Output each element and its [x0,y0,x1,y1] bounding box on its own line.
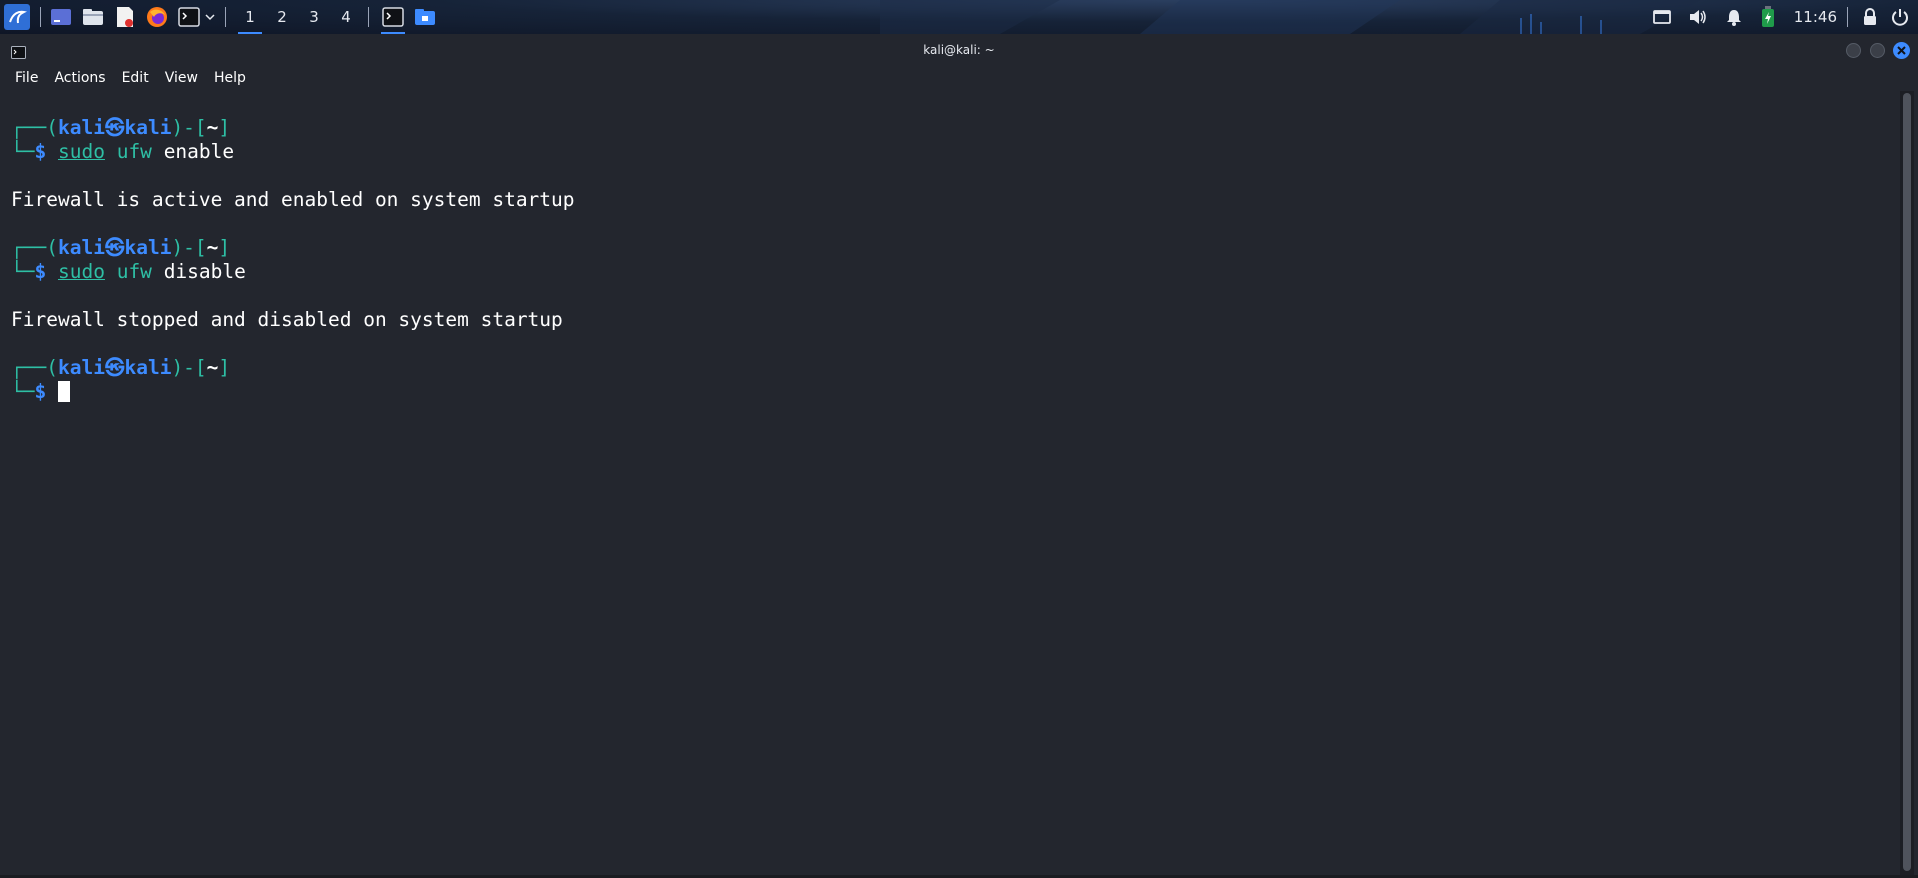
menu-bar: File Actions Edit View Help [0,65,1918,91]
panel-separator [40,7,41,27]
notification-bell-icon[interactable] [1722,5,1746,29]
command-arg: disable [163,260,246,283]
prompt-line: ┌──(kali㉿kali)-[~] [11,116,231,139]
lock-icon[interactable] [1858,5,1882,29]
launcher-area: 1 2 3 4 [4,0,441,34]
menu-view[interactable]: View [157,70,206,86]
command-line: └─$ sudo ufw disable [11,260,246,283]
command-line: └─$ [11,381,70,403]
panel-separator [368,7,369,27]
panel-separator [225,7,226,27]
close-button[interactable] [1893,42,1910,59]
power-icon[interactable] [1888,5,1912,29]
battery-icon[interactable] [1756,5,1780,29]
workspace-2[interactable]: 2 [266,0,298,34]
command-tool: ufw [116,140,152,163]
workspace-1[interactable]: 1 [234,0,266,34]
system-tray: 11:46 [1650,0,1912,34]
volume-icon[interactable] [1686,5,1710,29]
menu-edit[interactable]: Edit [114,70,157,86]
window-titlebar[interactable]: kali@kali: ~ [0,36,1918,65]
firefox-icon[interactable] [145,5,169,29]
command-sudo: sudo [57,260,105,283]
kali-menu-icon[interactable] [4,4,30,30]
terminal-output[interactable]: ┌──(kali㉿kali)-[~] └─$ sudo ufw enable F… [0,94,1900,875]
desktop-icon[interactable] [49,5,73,29]
clock[interactable]: 11:46 [1794,8,1837,26]
window-title: kali@kali: ~ [923,43,995,57]
top-panel: 1 2 3 4 11:46 [0,0,1918,34]
dropdown-icon[interactable] [203,5,217,29]
scrollbar-thumb[interactable] [1903,93,1911,871]
terminal-task-icon[interactable] [377,0,409,34]
prompt-line: ┌──(kali㉿kali)-[~] [11,236,231,259]
file-manager-icon[interactable] [81,5,105,29]
file-manager-task-icon[interactable] [409,0,441,34]
terminal-icon[interactable] [177,5,201,29]
close-icon [1897,46,1906,55]
minimize-button[interactable] [1846,43,1861,58]
command-arg: enable [163,140,235,163]
panel-separator [1847,7,1848,27]
workspace-4[interactable]: 4 [330,0,362,34]
maximize-button[interactable] [1870,43,1885,58]
output-line: Firewall stopped and disabled on system … [11,308,563,331]
text-cursor [57,381,70,402]
menu-actions[interactable]: Actions [46,70,113,86]
text-editor-icon[interactable] [113,5,137,29]
workspace-3[interactable]: 3 [298,0,330,34]
prompt-line: ┌──(kali㉿kali)-[~] [11,356,231,379]
command-line: └─$ sudo ufw enable [11,140,235,163]
output-line: Firewall is active and enabled on system… [11,188,575,211]
menu-help[interactable]: Help [206,70,254,86]
scrollbar-track[interactable] [1900,91,1914,875]
command-tool: ufw [116,260,152,283]
display-icon[interactable] [1650,5,1674,29]
menu-file[interactable]: File [7,70,46,86]
command-sudo: sudo [57,140,105,163]
